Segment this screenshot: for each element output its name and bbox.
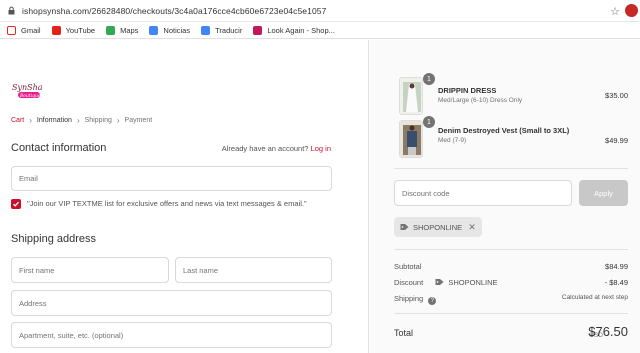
discount-placeholder: Discount code: [402, 188, 450, 198]
subtotal-label: Subtotal: [394, 262, 422, 271]
total-label: Total: [394, 328, 414, 338]
breadcrumb-shipping: Shipping: [84, 117, 112, 124]
line-item: [399, 77, 423, 115]
bookmark-label: Traducir: [215, 25, 243, 35]
chevron-right-icon: ›: [76, 116, 80, 125]
discount-row: Discount SHOPONLINE - $8.49: [394, 278, 628, 288]
bookmark-label: YouTube: [65, 25, 96, 35]
breadcrumb-payment: Payment: [124, 117, 153, 124]
remove-discount-icon[interactable]: ✕: [468, 222, 476, 233]
first-name-field[interactable]: First name: [11, 257, 169, 283]
profile-avatar[interactable]: [625, 4, 638, 17]
applied-discount-tag: SHOPONLINE ✕: [394, 217, 482, 237]
product-variant: Med (7-9): [438, 137, 467, 144]
product-thumbnail: [399, 77, 423, 115]
bookmark-lookagain[interactable]: Look Again - Shop...: [253, 25, 335, 35]
gmail-icon: [7, 25, 16, 35]
email-placeholder: Email: [19, 174, 38, 183]
bookmark-maps[interactable]: Maps: [106, 25, 139, 35]
product-name: DRIPPIN DRESS: [438, 86, 497, 95]
email-field[interactable]: Email: [11, 166, 332, 191]
shipping-value: Calculated at next step: [561, 294, 628, 301]
apartment-placeholder: Apartment, suite, etc. (optional): [19, 330, 124, 340]
account-prompt: Already have an account? Log in: [222, 144, 331, 153]
sms-optin-label[interactable]: "Join our VIP TEXTME list for exclusive …: [27, 199, 307, 208]
apply-discount-button[interactable]: Apply: [579, 180, 628, 206]
store-logo[interactable]: SynSha Boutique: [10, 78, 44, 102]
last-name-placeholder: Last name: [183, 265, 219, 275]
address-field[interactable]: Address: [11, 290, 332, 316]
subtotal-value: $84.99: [605, 262, 628, 271]
address-bar[interactable]: ishopsynsha.com/26628480/checkouts/3c4a0…: [0, 0, 640, 22]
svg-text:SynSha: SynSha: [12, 83, 43, 92]
account-prompt-text: Already have an account?: [221, 144, 309, 153]
discount-code: SHOPONLINE: [448, 278, 498, 287]
url-text[interactable]: ishopsynsha.com/26628480/checkouts/3c4a0…: [22, 6, 326, 16]
product-thumbnail: [399, 120, 423, 158]
bookmark-youtube[interactable]: YouTube: [51, 25, 96, 35]
news-icon: [149, 25, 159, 35]
apartment-field[interactable]: Apartment, suite, etc. (optional): [11, 322, 332, 348]
chevron-right-icon: ›: [29, 116, 32, 125]
discount-label: Discount: [394, 278, 424, 287]
bookmark-translate[interactable]: Traducir: [201, 25, 243, 35]
bookmark-gmail[interactable]: Gmail: [7, 25, 41, 35]
order-summary: 1 DRIPPIN DRESS Med/Large (6-10) Dress O…: [370, 40, 640, 353]
breadcrumb: Cart › Information › Shipping › Payment: [11, 116, 157, 125]
first-name-placeholder: First name: [19, 265, 55, 275]
maps-icon: [106, 25, 116, 35]
tag-icon: [435, 278, 444, 288]
address-placeholder: Address: [19, 298, 47, 308]
divider: [394, 168, 628, 169]
checkmark-icon: [13, 201, 19, 207]
breadcrumb-information: Information: [36, 117, 72, 124]
question-icon[interactable]: ?: [428, 297, 437, 305]
login-link[interactable]: Log in: [311, 144, 331, 153]
bookmark-star-icon[interactable]: ☆: [610, 5, 620, 18]
svg-text:Boutique: Boutique: [19, 93, 41, 99]
subtotal-row: Subtotal $84.99: [394, 262, 628, 271]
shipping-row: Shipping ? Calculated at next step: [394, 294, 628, 305]
quantity-badge: 1: [423, 73, 435, 85]
bookmark-label: Noticias: [163, 25, 191, 35]
line-item: [399, 120, 423, 158]
product-name: Denim Destroyed Vest (Small to 3XL): [438, 126, 570, 135]
bookmark-label: Look Again - Shop...: [267, 25, 335, 35]
divider: [394, 313, 628, 314]
tag-icon: [400, 223, 409, 231]
lock-icon: [7, 6, 16, 15]
bookmark-news[interactable]: Noticias: [149, 25, 191, 35]
applied-code: SHOPONLINE: [413, 222, 463, 232]
youtube-icon: [51, 25, 61, 35]
product-price: $49.99: [605, 136, 628, 145]
breadcrumb-cart[interactable]: Cart: [11, 117, 24, 124]
contact-heading: Contact information: [11, 142, 107, 154]
shipping-label: Shipping: [394, 294, 424, 303]
shipping-heading: Shipping address: [11, 233, 97, 245]
lookagain-icon: [253, 25, 263, 35]
bookmark-label: Maps: [120, 25, 139, 35]
product-variant: Med/Large (6-10) Dress Only: [438, 97, 523, 104]
chevron-right-icon: ›: [116, 116, 120, 125]
bookmark-label: Gmail: [21, 25, 41, 35]
last-name-field[interactable]: Last name: [175, 257, 332, 283]
discount-code-input[interactable]: Discount code: [394, 180, 572, 206]
divider: [394, 249, 628, 250]
bookmarks-bar: Gmail YouTube Maps Noticias Traducir Loo…: [0, 22, 640, 39]
discount-value: - $8.49: [604, 278, 628, 287]
sms-optin-checkbox[interactable]: [11, 199, 21, 209]
total-amount: $76.50: [588, 324, 628, 339]
checkout-main: SynSha Boutique Cart › Information › Shi…: [0, 40, 369, 353]
translate-icon: [201, 25, 211, 35]
product-price: $35.00: [605, 91, 628, 100]
quantity-badge: 1: [423, 116, 435, 128]
